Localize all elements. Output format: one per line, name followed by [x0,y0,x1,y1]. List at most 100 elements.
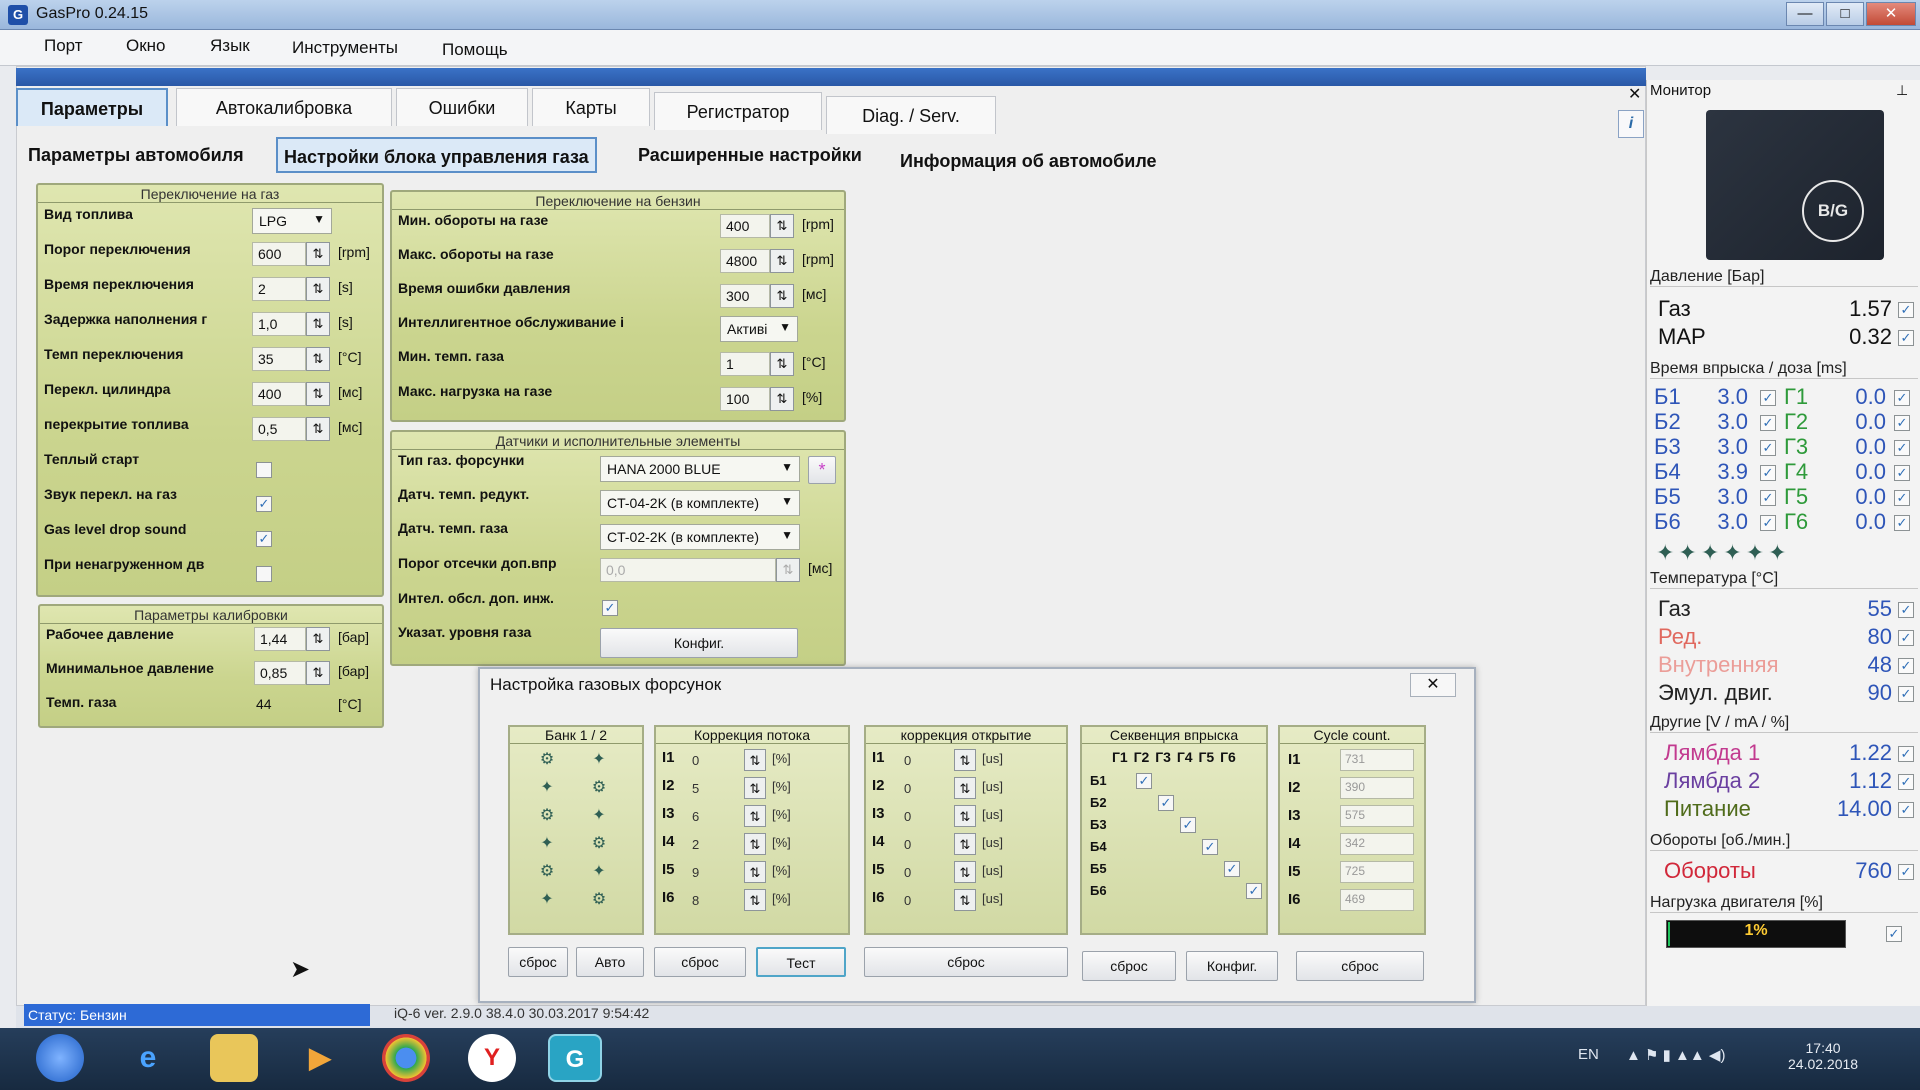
injector-config-button[interactable]: * [808,456,836,484]
menu-help[interactable]: Помощь [442,40,508,60]
open-value[interactable]: 0 [904,753,911,768]
injector-icon[interactable]: ✦ [588,749,610,771]
injector-icon[interactable]: ⚙ [588,889,610,911]
open-reset-button[interactable]: сброс [864,947,1068,977]
min-pressure-field[interactable]: 0,85 [254,661,306,685]
tab-diag-serv[interactable]: Diag. / Serv. [826,96,996,134]
spin-arrows-icon[interactable]: ⇅ [744,805,766,827]
panel-close-icon[interactable]: ✕ [1628,84,1641,104]
flow-value[interactable]: 6 [692,809,699,824]
switch-temp-field[interactable]: 35 [252,347,306,371]
open-value[interactable]: 0 [904,865,911,880]
spin-arrows-icon[interactable]: ⇅ [744,749,766,771]
spin-arrows-icon[interactable]: ⇅ [770,284,794,308]
min-rpm-gas-field[interactable]: 400 [720,214,770,238]
temp-engine-emul-checkbox[interactable]: ✓ [1898,686,1914,702]
unloaded-engine-checkbox[interactable] [256,566,272,582]
flow-value[interactable]: 0 [692,753,699,768]
seq-checkbox[interactable]: ✓ [1158,795,1174,811]
gas-inj-checkbox[interactable]: ✓ [1894,490,1910,506]
auto-button[interactable]: Авто [576,947,644,977]
menu-window[interactable]: Окно [126,36,166,56]
gas-pressure-checkbox[interactable]: ✓ [1898,302,1914,318]
spin-arrows-icon[interactable]: ⇅ [954,889,976,911]
lambda2-checkbox[interactable]: ✓ [1898,774,1914,790]
switch-time-field[interactable]: 2 [252,277,306,301]
petrol-inj-checkbox[interactable]: ✓ [1760,390,1776,406]
seq-checkbox[interactable]: ✓ [1202,839,1218,855]
close-button[interactable]: ✕ [1866,2,1916,26]
working-pressure-field[interactable]: 1,44 [254,627,306,651]
injector-icon[interactable]: ⚙ [536,861,558,883]
gas-inj-checkbox[interactable]: ✓ [1894,515,1910,531]
file-explorer-icon[interactable] [210,1034,258,1082]
spin-arrows-icon[interactable]: ⇅ [954,833,976,855]
spin-arrows-icon[interactable]: ⇅ [770,352,794,376]
flow-value[interactable]: 2 [692,837,699,852]
fuel-type-select[interactable]: LPG ▼ [252,208,332,234]
spin-arrows-icon[interactable]: ⇅ [770,387,794,411]
bank-reset-button[interactable]: сброс [508,947,568,977]
spin-arrows-icon[interactable]: ⇅ [306,417,330,441]
petrol-inj-checkbox[interactable]: ✓ [1760,490,1776,506]
cylinder-switch-field[interactable]: 400 [252,382,306,406]
open-value[interactable]: 0 [904,781,911,796]
cycle-reset-button[interactable]: сброс [1296,951,1424,981]
fuel-overlap-field[interactable]: 0,5 [252,417,306,441]
extra-injection-cutoff-field[interactable]: 0,0 [600,558,776,582]
smart-service-select[interactable]: Активі ▼ [720,316,798,342]
pressure-error-time-field[interactable]: 300 [720,284,770,308]
max-rpm-gas-field[interactable]: 4800 [720,249,770,273]
petrol-inj-checkbox[interactable]: ✓ [1760,415,1776,431]
chrome-icon[interactable] [382,1034,430,1082]
gas-temp-sensor-select[interactable]: CT-02-2K (в комплекте) ▼ [600,524,800,550]
spin-arrows-icon[interactable]: ⇅ [306,242,330,266]
spin-arrows-icon[interactable]: ⇅ [744,861,766,883]
spin-arrows-icon[interactable]: ⇅ [306,347,330,371]
open-value[interactable]: 0 [904,893,911,908]
rpm-checkbox[interactable]: ✓ [1898,864,1914,880]
seq-checkbox[interactable]: ✓ [1224,861,1240,877]
lambda1-checkbox[interactable]: ✓ [1898,746,1914,762]
subtab-gas-ecu-settings[interactable]: Настройки блока управления газа [276,137,597,173]
engine-load-checkbox[interactable]: ✓ [1886,926,1902,942]
petrol-inj-checkbox[interactable]: ✓ [1760,515,1776,531]
temp-gas-checkbox[interactable]: ✓ [1898,602,1914,618]
gas-inj-checkbox[interactable]: ✓ [1894,390,1910,406]
system-tray-icons[interactable]: ▲ ⚑ ▮ ▲▲ ◀) [1626,1046,1725,1064]
map-checkbox[interactable]: ✓ [1898,330,1914,346]
injector-icon[interactable]: ⚙ [588,833,610,855]
internet-explorer-icon[interactable]: e [124,1034,172,1082]
reducer-temp-sensor-select[interactable]: CT-04-2K (в комплекте) ▼ [600,490,800,516]
smart-extra-injection-checkbox[interactable]: ✓ [602,600,618,616]
tab-errors[interactable]: Ошибки [396,88,528,126]
spin-arrows-icon[interactable]: ⇅ [306,627,330,651]
gas-inj-checkbox[interactable]: ✓ [1894,440,1910,456]
injector-icon[interactable]: ✦ [536,889,558,911]
gas-inj-checkbox[interactable]: ✓ [1894,415,1910,431]
injector-icon[interactable]: ✦ [588,805,610,827]
flow-reset-button[interactable]: сброс [654,947,746,977]
clock[interactable]: 17:40 24.02.2018 [1788,1040,1858,1072]
gas-inj-checkbox[interactable]: ✓ [1894,465,1910,481]
spin-arrows-icon[interactable]: ⇅ [306,661,330,685]
open-value[interactable]: 0 [904,809,911,824]
sequence-config-button[interactable]: Конфиг. [1186,951,1278,981]
spin-arrows-icon[interactable]: ⇅ [306,382,330,406]
media-player-icon[interactable]: ▶ [296,1034,344,1082]
injector-icon[interactable]: ⚙ [536,749,558,771]
tab-maps[interactable]: Карты [532,88,650,126]
info-help-button[interactable]: i [1618,110,1644,138]
injector-icon[interactable]: ✦ [536,777,558,799]
dialog-close-button[interactable]: ✕ [1410,673,1456,697]
spin-arrows-icon[interactable]: ⇅ [954,861,976,883]
spin-arrows-icon[interactable]: ⇅ [954,749,976,771]
test-button[interactable]: Тест [756,947,846,977]
start-button-icon[interactable] [36,1034,84,1082]
menu-language[interactable]: Язык [210,36,250,56]
gaspro-app-icon[interactable]: G [548,1034,602,1082]
maximize-button[interactable]: □ [1826,2,1864,26]
gas-level-config-button[interactable]: Конфиг. [600,628,798,658]
min-gas-temp-field[interactable]: 1 [720,352,770,376]
max-load-gas-field[interactable]: 100 [720,387,770,411]
